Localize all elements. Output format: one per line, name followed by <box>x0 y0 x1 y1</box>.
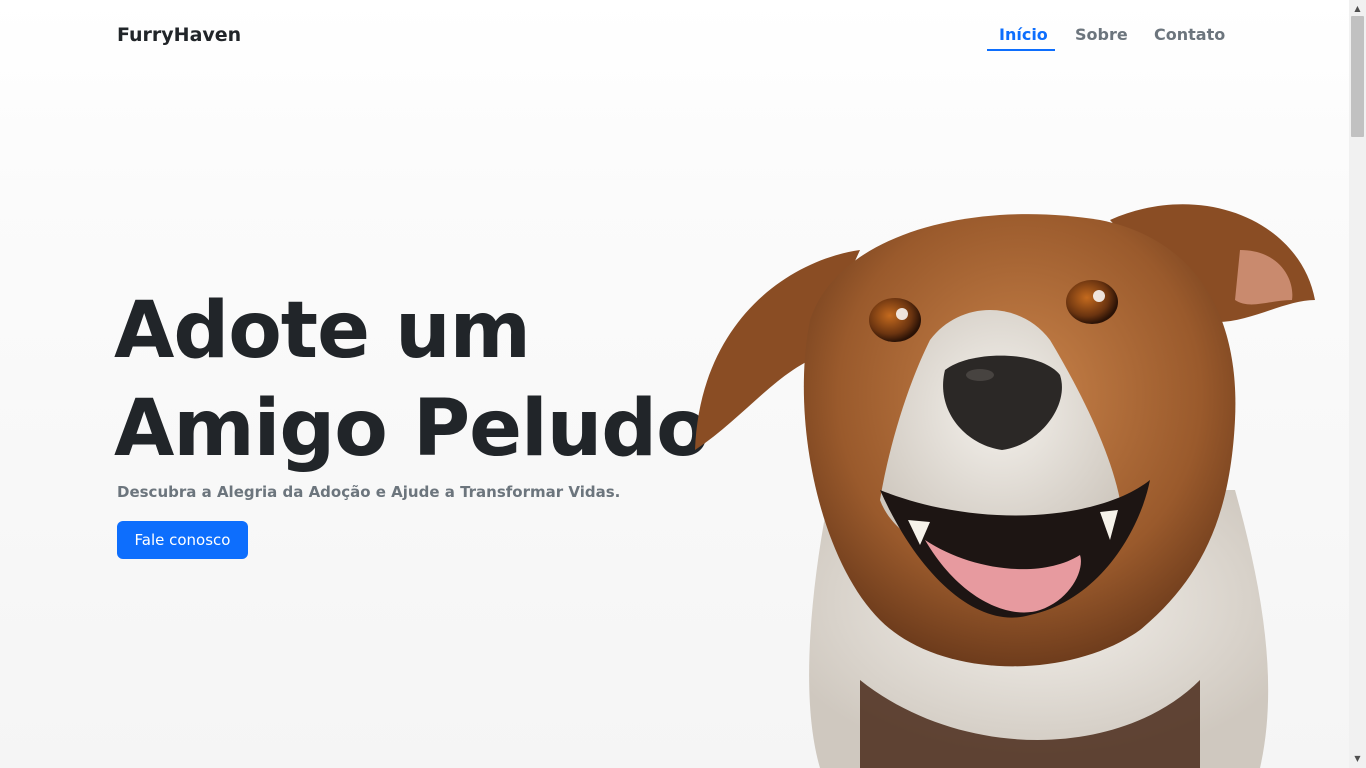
scroll-down-arrow-icon[interactable]: ▼ <box>1351 752 1364 766</box>
brand-logo[interactable]: FurryHaven <box>117 24 241 46</box>
navbar: FurryHaven Início Sobre Contato <box>0 0 1349 72</box>
hero-subtitle: Descubra a Alegria da Adoção e Ajude a T… <box>117 483 621 501</box>
scrollbar-thumb[interactable] <box>1351 16 1364 137</box>
nav-link-contato[interactable]: Contato <box>1154 25 1225 44</box>
hero-title-line-2: Amigo Peludo <box>114 384 710 474</box>
hero-title: Adote um Amigo Peludo <box>114 282 734 478</box>
hero-title-line-1: Adote um <box>114 286 531 376</box>
active-nav-indicator <box>987 49 1055 51</box>
page: FurryHaven Início Sobre Contato Adote um… <box>0 0 1349 768</box>
scroll-up-arrow-icon[interactable]: ▲ <box>1351 2 1364 16</box>
left-eye <box>869 298 921 342</box>
dog-hero-image <box>695 204 1315 768</box>
right-eye <box>1066 280 1118 324</box>
nav-link-sobre[interactable]: Sobre <box>1075 25 1128 44</box>
contact-cta-button[interactable]: Fale conosco <box>117 521 248 559</box>
nav-link-inicio[interactable]: Início <box>999 25 1048 44</box>
